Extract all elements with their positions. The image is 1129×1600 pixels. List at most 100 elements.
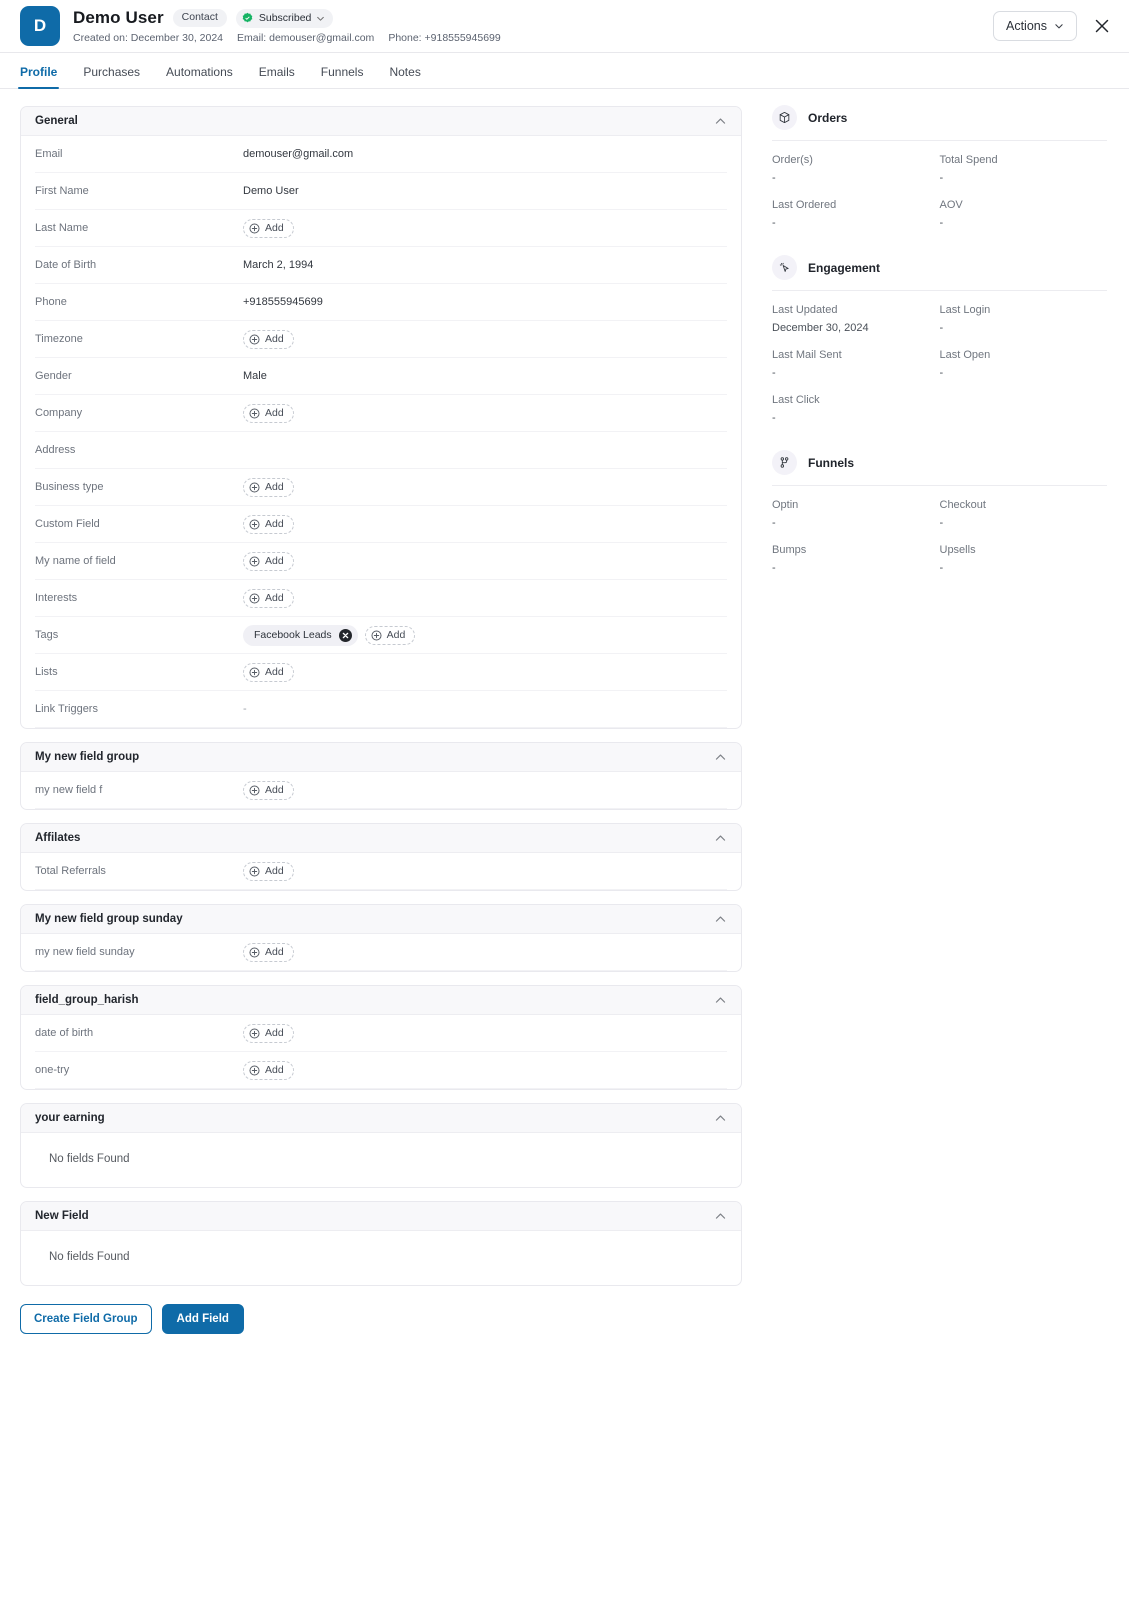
tab-funnels[interactable]: Funnels	[321, 65, 364, 88]
add-value-button[interactable]: Add	[243, 551, 294, 571]
add-value-label: Add	[265, 332, 284, 345]
metric-key: Upsells	[939, 544, 976, 556]
metric-key: Last Login	[939, 304, 991, 316]
metric-cell: Last Click -	[772, 394, 940, 424]
field-label: Link Triggers	[35, 703, 98, 715]
metric-value: -	[772, 412, 776, 424]
tab-emails[interactable]: Emails	[259, 65, 295, 88]
field-group-header[interactable]: My new field group	[21, 743, 741, 772]
funnel-network-icon	[772, 450, 797, 475]
metric-key: Order(s)	[772, 154, 813, 166]
subscription-status-dropdown[interactable]: Subscribed	[235, 8, 334, 28]
contact-identity: Demo User Contact Subscribed Created on:…	[73, 8, 501, 44]
actions-button[interactable]: Actions	[993, 11, 1077, 41]
field-value: Add	[243, 329, 294, 349]
chevron-up-icon[interactable]	[714, 913, 727, 926]
empty-state-text: No fields Found	[49, 1153, 130, 1165]
field-row: Interests Add	[35, 580, 727, 617]
email-label: Email: demouser@gmail.com	[237, 32, 375, 44]
metric-cell: Optin -	[772, 499, 940, 529]
field-value: Add	[243, 403, 294, 423]
add-value-button[interactable]: Add	[364, 625, 416, 645]
plus-circle-icon	[249, 222, 260, 234]
field-value: Add	[243, 1060, 294, 1080]
add-value-button[interactable]: Add	[243, 780, 294, 800]
metric-cell: Upsells -	[940, 544, 1108, 574]
field-group-header[interactable]: field_group_harish	[21, 986, 741, 1015]
chevron-up-icon[interactable]	[714, 1112, 727, 1125]
add-value-label: Add	[265, 554, 284, 567]
tab-label: Automations	[166, 65, 233, 79]
remove-tag-icon[interactable]	[338, 628, 352, 642]
metric-value: -	[772, 217, 776, 229]
chevron-up-icon[interactable]	[714, 832, 727, 845]
field-label: my new field sunday	[35, 946, 135, 958]
field-group-card: My new field group sunday my new field su…	[20, 904, 742, 972]
metric-value: -	[939, 562, 944, 574]
contact-header: D Demo User Contact Subscribed Created o…	[0, 0, 1129, 53]
add-value-button[interactable]: Add	[243, 662, 294, 682]
summary-panel-title: Funnels	[808, 455, 855, 470]
field-value: +918555945699	[243, 296, 323, 308]
field-group-title: field_group_harish	[35, 994, 139, 1006]
chevron-up-icon[interactable]	[714, 1210, 727, 1223]
add-value-label: Add	[265, 591, 284, 604]
close-button[interactable]	[1091, 15, 1113, 37]
field-value: Add	[243, 514, 294, 534]
metric-cell: Total Spend -	[940, 154, 1108, 184]
field-row: My name of field Add	[35, 543, 727, 580]
chevron-up-icon[interactable]	[714, 994, 727, 1007]
plus-circle-icon	[249, 1027, 260, 1039]
field-group-header[interactable]: Affilates	[21, 824, 741, 853]
metric-key: Last Click	[772, 394, 820, 406]
verified-rosette-icon	[242, 12, 253, 22]
add-value-button[interactable]: Add	[243, 514, 294, 534]
add-value-button[interactable]: Add	[243, 403, 294, 423]
metric-value: -	[772, 517, 776, 529]
add-value-button[interactable]: Add	[243, 942, 294, 962]
chevron-down-icon	[1055, 24, 1063, 29]
tab-profile[interactable]: Profile	[17, 65, 60, 89]
chevron-up-icon[interactable]	[714, 751, 727, 764]
field-row: Tags Facebook Leads Add	[35, 617, 727, 654]
field-group-header[interactable]: My new field group sunday	[21, 905, 741, 934]
plus-circle-icon	[249, 407, 260, 419]
field-group-header[interactable]: General	[21, 107, 741, 136]
summary-panel: Engagement Last Updated December 30, 2024 L…	[772, 255, 1107, 424]
metric-value: -	[772, 367, 776, 379]
metric-cell: Bumps -	[772, 544, 940, 574]
add-value-button[interactable]: Add	[243, 861, 294, 881]
add-value-button[interactable]: Add	[243, 1060, 294, 1080]
metric-grid: Optin - Checkout - Bumps - Upsells -	[772, 486, 1107, 574]
field-value: -	[243, 703, 247, 715]
plus-circle-icon	[371, 629, 382, 641]
tab-automations[interactable]: Automations	[166, 65, 233, 88]
add-value-button[interactable]: Add	[243, 588, 294, 608]
create-field-group-button[interactable]: Create Field Group	[20, 1304, 152, 1334]
field-group-title: New Field	[35, 1210, 89, 1222]
field-row: Total Referrals Add	[35, 853, 727, 890]
summary-panel-header: Engagement	[772, 255, 1107, 291]
actions-button-label: Actions	[1006, 19, 1047, 33]
field-value: Add	[243, 942, 294, 962]
field-row: Custom Field Add	[35, 506, 727, 543]
summary-panel: Orders Order(s) - Total Spend - Last Ordered -…	[772, 105, 1107, 229]
field-row: Link Triggers -	[35, 691, 727, 728]
plus-circle-icon	[249, 946, 260, 958]
chevron-up-icon[interactable]	[714, 115, 727, 128]
tab-purchases[interactable]: Purchases	[83, 65, 140, 88]
field-group-card: General Email demouser@gmail.com First Name…	[20, 106, 742, 729]
plus-circle-icon	[249, 481, 260, 493]
tab-notes[interactable]: Notes	[389, 65, 420, 88]
field-group-header[interactable]: New Field	[21, 1202, 741, 1231]
close-icon	[1095, 19, 1109, 33]
add-value-button[interactable]: Add	[243, 477, 294, 497]
add-value-button[interactable]: Add	[243, 218, 294, 238]
field-row: my new field f Add	[35, 772, 727, 809]
avatar: D	[20, 6, 60, 46]
field-group-header[interactable]: your earning	[21, 1104, 741, 1133]
add-value-button[interactable]: Add	[243, 329, 294, 349]
add-value-button[interactable]: Add	[243, 1023, 294, 1043]
add-field-button[interactable]: Add Field	[161, 1304, 244, 1334]
field-row: Address	[35, 432, 727, 469]
